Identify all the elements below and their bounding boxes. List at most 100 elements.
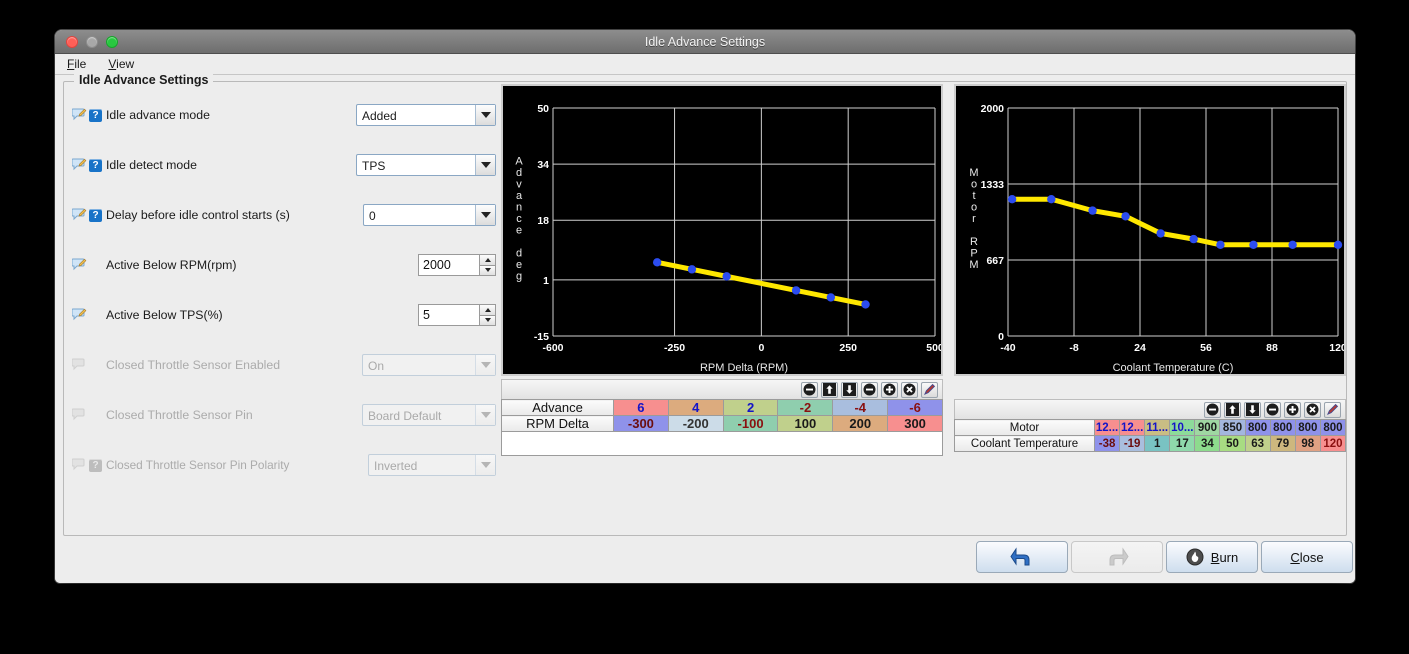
cell-motor-6[interactable]: 800 [1244,419,1271,436]
cell-advance-4[interactable]: -4 [832,399,889,416]
down-arrow-icon[interactable] [841,381,858,398]
cell-motor-4[interactable]: 900 [1194,419,1221,436]
plus-circle-icon[interactable] [1284,401,1301,418]
cell-coolant-1[interactable]: -19 [1119,435,1146,452]
close-button[interactable]: Close [1261,541,1353,573]
svg-text:1: 1 [543,275,549,287]
idle-advance-chart: Idle Advance ... ... -600-25002505005034… [501,84,943,376]
up-arrow-icon[interactable] [821,381,838,398]
minus-circle-icon[interactable] [1264,401,1281,418]
form-row-active-below-rpm: Active Below RPM(rpm) 2000 [66,240,500,290]
x-circle-icon[interactable] [1304,401,1321,418]
active-below-tps-stepper[interactable]: 5 [418,304,496,326]
plus-circle-icon[interactable] [881,381,898,398]
chevron-down-icon[interactable] [475,205,495,225]
cell-advance-5[interactable]: -6 [887,399,943,416]
idle-advance-plot: -600 -250 0 250 500 50 34 18 1 -15 RPM Delta (RPM)… [503,86,941,374]
active-below-tps-input[interactable]: 5 [418,304,479,326]
table-filler [501,432,943,456]
stepper-down-icon[interactable] [479,264,496,276]
help-icon[interactable]: ? [89,208,102,222]
menu-file[interactable]: File [63,56,90,72]
tooltip-pencil-icon[interactable] [72,108,87,122]
minimize-window-button[interactable] [86,35,98,48]
undo-button[interactable] [976,541,1068,573]
menu-view[interactable]: View [104,56,138,72]
row-icons: ? [66,208,102,222]
cell-motor-7[interactable]: 800 [1269,419,1296,436]
help-icon[interactable]: ? [89,108,102,122]
x-circle-icon[interactable] [901,381,918,398]
window-controls [66,35,118,48]
active-below-rpm-input[interactable]: 2000 [418,254,479,276]
cell-motor-2[interactable]: 11... [1144,419,1171,436]
cell-coolant-9[interactable]: 120 [1319,435,1347,452]
cell-rpm-delta-1[interactable]: -200 [667,415,724,432]
minus-circle-dark-icon[interactable] [801,381,818,398]
svg-text:o: o [971,179,977,191]
idle-advance-mode-combo[interactable]: Added [356,104,496,126]
tooltip-pencil-icon[interactable] [72,158,87,172]
cell-rpm-delta-3[interactable]: 100 [777,415,834,432]
tooltip-pencil-icon[interactable] [72,208,87,222]
chevron-down-icon[interactable] [475,105,495,125]
chevron-down-icon[interactable] [475,155,495,175]
cell-coolant-4[interactable]: 34 [1194,435,1221,452]
combo-value: Board Default [368,409,442,423]
cell-rpm-delta-0[interactable]: -300 [613,415,669,432]
cell-advance-0[interactable]: 6 [613,399,669,416]
row-icons: ? [66,458,102,472]
cell-advance-3[interactable]: -2 [777,399,834,416]
close-window-button[interactable] [66,35,78,48]
active-below-rpm-stepper[interactable]: 2000 [418,254,496,276]
cell-coolant-3[interactable]: 17 [1169,435,1196,452]
minus-circle-icon[interactable] [861,381,878,398]
cell-advance-1[interactable]: 4 [667,399,724,416]
cell-rpm-delta-5[interactable]: 300 [887,415,943,432]
delay-before-idle-control-combo[interactable]: 0 [363,204,496,226]
idle-rpm-targets-table[interactable]: Motor 12... 12... 11... 10... 900 850 80… [954,419,1347,452]
svg-text:o: o [971,202,977,214]
cell-motor-9[interactable]: 800 [1319,419,1347,436]
minus-circle-dark-icon[interactable] [1204,401,1221,418]
pencil-icon[interactable] [1324,401,1341,418]
cell-coolant-5[interactable]: 50 [1219,435,1246,452]
burn-button[interactable]: Burn [1166,541,1258,573]
cell-motor-8[interactable]: 800 [1294,419,1321,436]
idle-detect-mode-combo[interactable]: TPS [356,154,496,176]
window-content: Idle Advance Settings ? Idle advance mod… [55,73,1355,583]
stepper-down-icon[interactable] [479,314,496,326]
stepper-up-icon[interactable] [479,254,496,265]
cell-advance-2[interactable]: 2 [722,399,779,416]
svg-text:-250: -250 [664,342,685,354]
tooltip-pencil-icon[interactable] [72,258,87,272]
form-row-closed-throttle-sensor-pin: Closed Throttle Sensor Pin Board Default [66,390,500,440]
idle-advance-table[interactable]: Advance 6 4 2 -2 -4 -6 RPM Delta -300 -2… [501,399,943,432]
cell-motor-0[interactable]: 12... [1093,419,1121,436]
cell-coolant-8[interactable]: 98 [1294,435,1321,452]
table-row-rpm-delta[interactable]: RPM Delta -300 -200 -100 100 200 300 [501,415,943,432]
pencil-icon[interactable] [921,381,938,398]
cell-coolant-6[interactable]: 63 [1244,435,1271,452]
table-row-advance[interactable]: Advance 6 4 2 -2 -4 -6 [501,399,943,416]
cell-motor-1[interactable]: 12... [1119,419,1146,436]
cell-coolant-2[interactable]: 1 [1144,435,1171,452]
stepper-up-icon[interactable] [479,304,496,315]
cell-coolant-7[interactable]: 79 [1269,435,1296,452]
idle-advance-table-toolbar [501,379,943,399]
cell-rpm-delta-4[interactable]: 200 [832,415,889,432]
cell-rpm-delta-2[interactable]: -100 [722,415,779,432]
svg-text:e: e [516,225,522,237]
help-icon[interactable]: ? [89,158,102,172]
cell-motor-3[interactable]: 10... [1169,419,1196,436]
up-arrow-icon[interactable] [1224,401,1241,418]
menu-view-rest: iew [116,57,135,71]
table-row-coolant-temperature[interactable]: Coolant Temperature -38 -19 1 17 34 50 6… [954,435,1347,452]
idle-rpm-table-toolbar [954,399,1346,419]
tooltip-pencil-icon[interactable] [72,308,87,322]
down-arrow-icon[interactable] [1244,401,1261,418]
zoom-window-button[interactable] [106,35,118,48]
table-row-motor[interactable]: Motor 12... 12... 11... 10... 900 850 80… [954,419,1347,436]
cell-motor-5[interactable]: 850 [1219,419,1246,436]
cell-coolant-0[interactable]: -38 [1093,435,1121,452]
